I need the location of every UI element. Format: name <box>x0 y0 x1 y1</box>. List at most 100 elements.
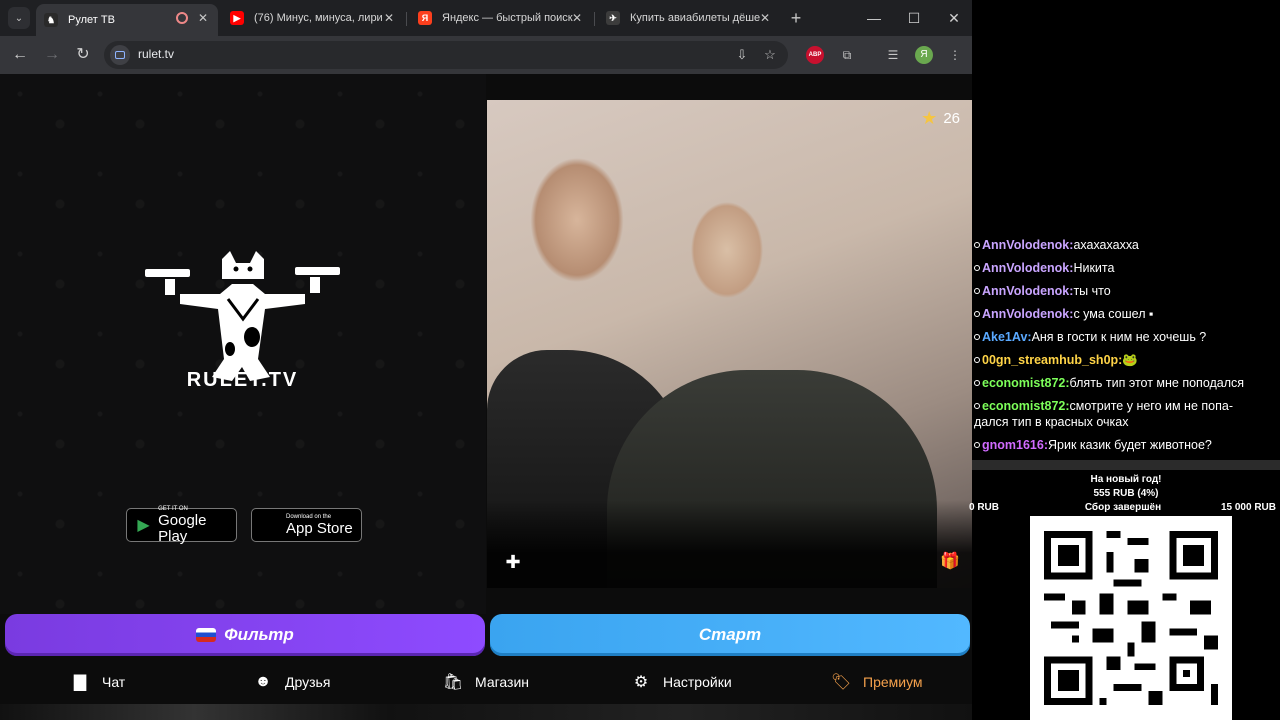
minimize-icon[interactable]: — <box>864 8 884 28</box>
reload-icon[interactable]: ↻ <box>73 45 93 65</box>
browser-toolbar: ← → ↻ rulet.tv ⇩ ☆ ABP ⧉ ☰ Я ⋮ <box>0 36 972 74</box>
nav-settings[interactable]: ⚙ Настройки <box>631 672 732 692</box>
app-store-button[interactable]: Download on the App Store <box>251 508 362 542</box>
video-shadow <box>487 500 972 588</box>
nav-friends[interactable]: ☻ Друзья <box>253 672 331 692</box>
nav-label: Настройки <box>663 674 732 690</box>
russia-flag-icon <box>196 628 217 642</box>
nav-label: Премиум <box>863 674 923 690</box>
app-store-label: App Store <box>286 519 353 537</box>
forward-icon[interactable]: → <box>42 45 62 65</box>
chat-message: AnnVolodenok:ты что <box>974 283 1276 299</box>
chat-icon: ▇ <box>73 674 87 691</box>
chat-message: AnnVolodenok:Никита <box>974 260 1276 276</box>
tab-title: (76) Минус, минуса, лири <box>254 12 383 24</box>
apple-icon <box>260 515 280 535</box>
chat-message: 00gn_streamhub_sh0p:🐸 <box>974 352 1276 368</box>
aviasales-favicon-icon: ✈ <box>606 11 620 25</box>
tag-icon: 🏷 <box>830 674 852 691</box>
chat-input-bar <box>972 460 1280 470</box>
reading-list-icon[interactable]: ☰ <box>884 46 902 64</box>
adblock-icon[interactable]: ABP <box>806 46 824 64</box>
bullet-icon <box>974 311 980 317</box>
tab-separator <box>594 12 595 26</box>
gift-icon[interactable]: 🎁 <box>940 552 960 572</box>
bullet-icon <box>974 357 980 363</box>
google-play-icon: ▶ <box>137 517 150 534</box>
friends-icon: ☻ <box>254 673 272 690</box>
nav-chat[interactable]: ▇ Чат <box>70 672 125 692</box>
qr-code-image <box>1030 516 1232 720</box>
chat-message: Ake1Av:Аня в гости к ним не хочешь ? <box>974 329 1276 345</box>
yandex-favicon-icon: Я <box>418 11 432 25</box>
logo-text: RULET.TV <box>186 369 299 391</box>
nav-premium[interactable]: 🏷 Премиум <box>831 672 923 692</box>
site-info-icon[interactable] <box>110 45 130 65</box>
browser-window: ⌄ ♞ Рулет ТВ ✕ ▶ (76) Минус, минуса, лир… <box>0 0 972 720</box>
bullet-icon <box>974 442 980 448</box>
new-tab-button[interactable]: + <box>786 8 806 28</box>
chat-message: economist872:смотрите у него им не попа-… <box>974 399 1233 429</box>
tab-yandex[interactable]: Я Яндекс — быстрый поиск ✕ <box>410 4 592 32</box>
donation-goal-title: На новый год! <box>1090 474 1162 485</box>
install-app-icon[interactable]: ⇩ <box>733 46 751 64</box>
recording-icon <box>176 12 188 24</box>
rating-badge: ★ 26 <box>921 108 960 129</box>
profile-avatar[interactable]: Я <box>915 46 933 64</box>
start-button[interactable]: Старт <box>490 614 970 656</box>
bottom-nav: ▇ Чат ☻ Друзья 🛍 Магазин ⚙ Настройки 🏷 П… <box>0 664 972 704</box>
bullet-icon <box>974 403 980 409</box>
filter-label: Фильтр <box>224 625 294 644</box>
bookmark-star-icon[interactable]: ☆ <box>761 46 779 64</box>
filter-button[interactable]: Фильтр <box>5 614 485 656</box>
partner-video: ★ 26 ✚ 🎁 <box>487 100 972 588</box>
bullet-icon <box>974 288 980 294</box>
tab-aviasales[interactable]: ✈ Купить авиабилеты дёше ✕ <box>598 4 780 32</box>
stream-overlay: AnnVolodenok:ахахахахха AnnVolodenok:Ник… <box>969 0 1280 720</box>
tab-search-button[interactable]: ⌄ <box>8 7 30 29</box>
chat-message: economist872:блять тип этот мне поподалс… <box>974 375 1276 391</box>
tab-separator <box>406 12 407 26</box>
start-label: Старт <box>698 625 762 644</box>
chat-message: AnnVolodenok:ахахахахха <box>974 237 1276 253</box>
close-tab-icon[interactable]: ✕ <box>382 11 396 25</box>
nav-label: Друзья <box>285 674 331 690</box>
menu-icon[interactable]: ⋮ <box>946 46 964 64</box>
star-icon: ★ <box>921 108 938 128</box>
tab-bar: ⌄ ♞ Рулет ТВ ✕ ▶ (76) Минус, минуса, лир… <box>0 0 972 36</box>
google-play-button[interactable]: ▶ GET IT ON Google Play <box>126 506 237 545</box>
chat-message: AnnVolodenok:с ума сошел ▪ <box>974 306 1276 322</box>
nav-label: Чат <box>102 674 126 690</box>
close-tab-icon[interactable]: ✕ <box>758 11 772 25</box>
page-content: RULET.TV ▶ GET IT ON Google Play Downloa… <box>0 74 972 720</box>
gamepad-icon[interactable]: ✚ <box>503 552 523 572</box>
bullet-icon <box>974 334 980 340</box>
youtube-favicon-icon: ▶ <box>230 11 244 25</box>
google-play-label: Google Play <box>158 511 207 545</box>
donation-goal-amount: 555 RUB (4%) <box>1093 488 1159 499</box>
webcam-strip <box>0 704 972 720</box>
close-tab-icon[interactable]: ✕ <box>196 11 210 25</box>
close-window-icon[interactable]: ✕ <box>944 8 964 28</box>
maximize-icon[interactable]: ☐ <box>904 8 924 28</box>
chat-message: gnom1616:Ярик казик будет животное? <box>974 437 1276 453</box>
shop-icon: 🛍 <box>442 674 464 691</box>
donation-goal-max: 15 000 RUB <box>1220 502 1276 513</box>
back-icon[interactable]: ← <box>10 45 30 65</box>
url-text: rulet.tv <box>138 47 175 61</box>
close-tab-icon[interactable]: ✕ <box>570 11 584 25</box>
gear-icon: ⚙ <box>633 674 649 691</box>
tab-rulet[interactable]: ♞ Рулет ТВ ✕ <box>36 4 218 36</box>
extensions-icon[interactable]: ⧉ <box>838 46 856 64</box>
bullet-icon <box>974 380 980 386</box>
tab-title: Купить авиабилеты дёше <box>630 12 761 24</box>
tab-youtube[interactable]: ▶ (76) Минус, минуса, лири ✕ <box>222 4 404 32</box>
address-bar[interactable]: rulet.tv ⇩ ☆ <box>104 41 788 69</box>
nav-label: Магазин <box>475 674 530 690</box>
tab-title: Рулет ТВ <box>68 14 115 26</box>
bullet-icon <box>974 265 980 271</box>
rating-count: 26 <box>943 110 960 127</box>
nav-shop[interactable]: 🛍 Магазин <box>443 672 529 692</box>
rulet-favicon-icon: ♞ <box>44 13 58 27</box>
left-panel: RULET.TV ▶ GET IT ON Google Play Downloa… <box>0 74 486 614</box>
